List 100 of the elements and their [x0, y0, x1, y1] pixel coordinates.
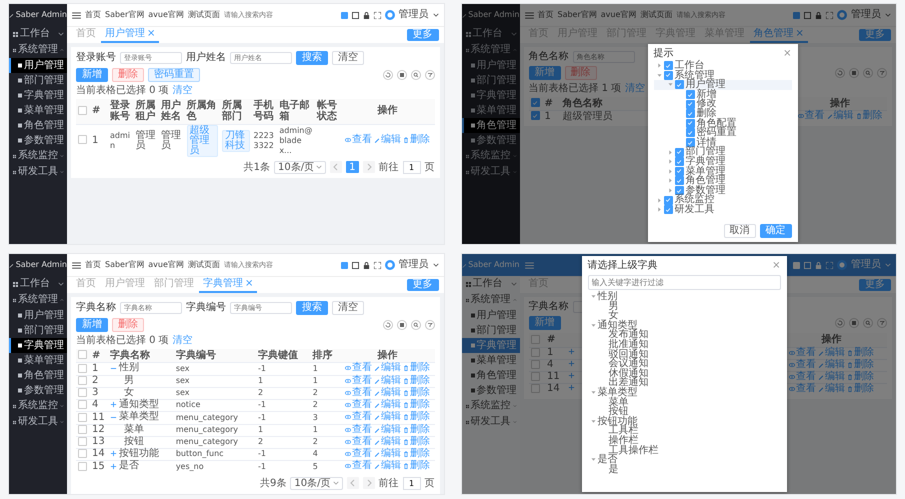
confirm-button[interactable]: 确定	[760, 224, 792, 238]
checkbox[interactable]	[674, 176, 684, 186]
view-link[interactable]: 查看	[345, 363, 372, 374]
refresh-icon[interactable]	[835, 68, 845, 78]
view-link[interactable]: 查看	[345, 400, 372, 410]
more-button[interactable]: 更多	[406, 29, 438, 41]
sidebar-item[interactable]: 工作台	[462, 276, 520, 292]
tree-node[interactable]: 驳回通知	[588, 350, 780, 360]
checkbox[interactable]	[530, 98, 540, 108]
checkbox[interactable]	[530, 111, 540, 120]
previous-page-button[interactable]	[330, 161, 342, 174]
tree-node[interactable]: 密码重置	[654, 128, 792, 138]
nav-link[interactable]: 首页	[538, 10, 554, 20]
search-icon[interactable]	[863, 68, 873, 78]
checkbox[interactable]	[664, 196, 672, 205]
add-button[interactable]: 新增	[76, 68, 108, 82]
nav-link[interactable]: 测试页面	[188, 260, 220, 270]
user-name[interactable]: 管理员	[851, 259, 881, 271]
more-button[interactable]: 更多	[859, 29, 891, 41]
edit-link[interactable]: 编辑	[374, 135, 401, 145]
plus-icon[interactable]	[110, 450, 117, 457]
menu-icon[interactable]	[524, 12, 534, 18]
clear-link[interactable]: 清空	[625, 83, 646, 94]
tree-node[interactable]: 休假通知	[588, 368, 780, 378]
avatar-icon[interactable]	[837, 260, 847, 270]
tree-node[interactable]: 研发工具	[654, 204, 792, 214]
screen-icon[interactable]	[352, 262, 358, 268]
sidebar-item[interactable]: 用户管理	[9, 58, 67, 73]
square-icon[interactable]	[793, 12, 800, 18]
caret-icon[interactable]	[656, 63, 662, 68]
tree-node[interactable]: 菜单类型	[588, 388, 780, 398]
checkbox[interactable]	[530, 360, 540, 369]
clear-button[interactable]: 清空	[332, 301, 364, 315]
tree-node[interactable]: 部门管理	[654, 147, 792, 157]
more-button[interactable]: 更多	[859, 279, 891, 291]
edit-link[interactable]: 编辑	[374, 461, 401, 472]
columns-icon[interactable]	[849, 318, 859, 328]
sidebar-item[interactable]: 参数管理	[9, 133, 67, 148]
clear-link[interactable]: 清空	[172, 335, 193, 346]
sidebar-item[interactable]: 字典管理	[462, 338, 520, 353]
nav-link[interactable]: Saber官网	[558, 10, 597, 20]
edit-link[interactable]: 编辑	[818, 372, 846, 382]
view-link[interactable]: 查看	[789, 348, 816, 358]
avatar-icon[interactable]	[384, 260, 394, 270]
sidebar-item[interactable]: 角色管理	[9, 118, 67, 133]
screen-icon[interactable]	[804, 12, 811, 18]
checkbox[interactable]	[78, 135, 87, 144]
tree-node[interactable]: 会议通知	[588, 359, 780, 369]
checkbox[interactable]	[530, 348, 540, 357]
caret-icon[interactable]	[668, 178, 672, 184]
sidebar-item[interactable]: 菜单管理	[462, 353, 520, 368]
sidebar-item[interactable]: 系统管理	[462, 42, 520, 58]
sidebar-item[interactable]: 系统监控	[462, 148, 520, 164]
delete-link[interactable]: 删除	[403, 461, 430, 472]
tree-node[interactable]: 是否	[588, 455, 780, 465]
next-page-button[interactable]	[362, 161, 374, 174]
sidebar-item[interactable]: 参数管理	[462, 383, 520, 398]
plus-icon[interactable]	[110, 401, 117, 408]
refresh-icon[interactable]	[382, 70, 392, 80]
page-size-select[interactable]: 10条/页	[290, 476, 342, 490]
sidebar-item[interactable]: 系统管理	[462, 292, 520, 308]
checkbox[interactable]	[674, 80, 684, 90]
nav-link[interactable]: avue官网	[600, 10, 636, 20]
refresh-icon[interactable]	[382, 320, 392, 330]
sidebar-item[interactable]: 系统监控	[9, 398, 67, 414]
delete-link[interactable]: 删除	[847, 360, 874, 370]
tab[interactable]: 用户管理	[101, 278, 149, 293]
tree-node[interactable]: 出差通知	[588, 378, 780, 388]
plus-icon[interactable]	[110, 462, 117, 470]
edit-link[interactable]: 编辑	[826, 111, 854, 121]
checkbox[interactable]	[78, 106, 87, 116]
tree-node[interactable]: 男	[588, 302, 780, 312]
checkbox[interactable]	[530, 334, 540, 344]
close-button[interactable]: ×	[772, 260, 780, 272]
page-size-select[interactable]: 10条/页	[274, 160, 326, 174]
nav-link[interactable]: avue官网	[148, 10, 184, 20]
caret-icon[interactable]	[656, 198, 662, 203]
checkbox[interactable]	[78, 412, 87, 422]
caret-icon[interactable]	[668, 188, 672, 194]
checkbox[interactable]	[78, 462, 87, 471]
tree-node[interactable]: 是	[588, 464, 780, 474]
caret-icon[interactable]	[590, 323, 596, 328]
tree-node[interactable]: 删除	[654, 108, 792, 119]
checkbox[interactable]	[686, 90, 694, 100]
checkbox[interactable]	[78, 388, 87, 397]
sidebar-item[interactable]: 字典管理	[462, 88, 520, 103]
sidebar-item[interactable]: 参数管理	[462, 133, 520, 148]
sidebar-item[interactable]: 部门管理	[9, 73, 67, 88]
more-button[interactable]: 更多	[406, 279, 438, 291]
search-icon[interactable]	[410, 70, 420, 80]
checkbox[interactable]	[530, 384, 540, 393]
view-link[interactable]: 查看	[345, 461, 372, 472]
tree-node[interactable]: 字典管理	[654, 156, 792, 167]
avatar-icon[interactable]	[837, 10, 847, 20]
edit-link[interactable]: 编辑	[374, 400, 401, 410]
nav-link[interactable]: 首页	[85, 10, 101, 20]
add-button[interactable]: 新增	[528, 316, 560, 330]
caret-icon[interactable]	[590, 419, 596, 424]
tree-node[interactable]: 角色配置	[654, 118, 792, 128]
tab[interactable]: 部门管理	[150, 278, 198, 293]
